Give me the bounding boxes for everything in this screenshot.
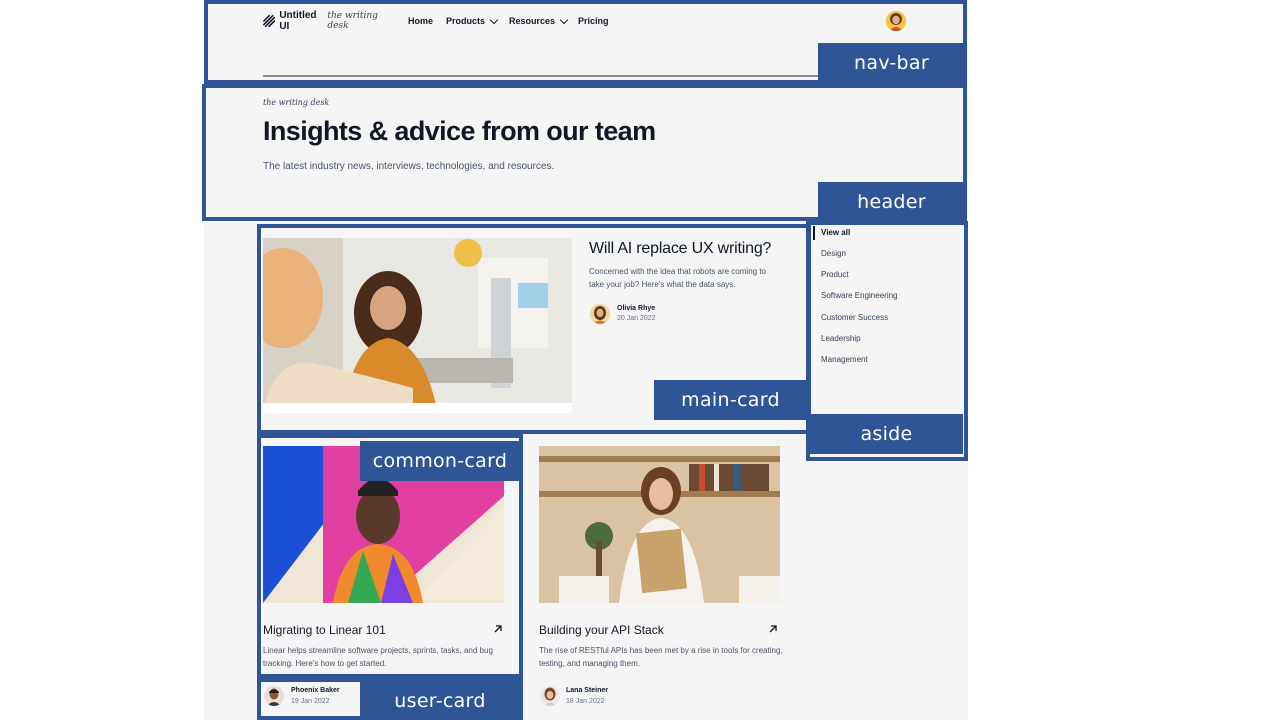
- card-title-api[interactable]: Building your API Stack: [539, 623, 664, 637]
- common-card-annotation-label: common-card: [360, 441, 520, 481]
- header-annotation-label: header: [818, 182, 965, 221]
- woman-bookshelf-image: [539, 446, 780, 603]
- arrow-up-right-icon[interactable]: [768, 624, 778, 634]
- author-portrait: [540, 686, 560, 706]
- user-card-annotation-label: user-card: [360, 681, 520, 720]
- main-card-annotation-label: main-card: [654, 380, 807, 420]
- card-date-api: 18 Jan 2022: [566, 698, 605, 705]
- card-image-api[interactable]: [539, 446, 780, 603]
- aside-annotation-label: aside: [810, 414, 963, 454]
- card-description-api: The rise of RESTful APIs has been met by…: [539, 646, 783, 668]
- nav-bar-annotation-label: nav-bar: [818, 43, 965, 83]
- author-avatar: [540, 686, 560, 706]
- card-author-name-api: Lana Steiner: [566, 687, 609, 694]
